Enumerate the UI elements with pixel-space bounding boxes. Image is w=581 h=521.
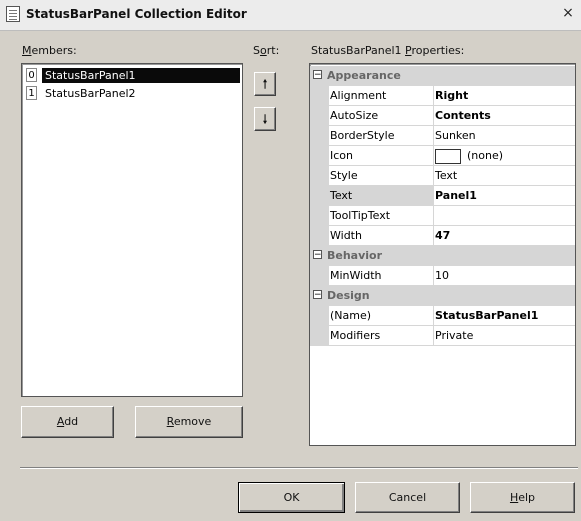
category-design[interactable]: − Design (310, 286, 575, 306)
arrow-down-icon: 🠓 (262, 112, 268, 126)
property-value[interactable]: Text (433, 166, 575, 186)
row-margin (310, 146, 329, 166)
help-button-hotkey: H (509, 491, 519, 504)
property-value[interactable]: 47 (433, 226, 575, 246)
property-row-icon[interactable]: Icon (none) (310, 146, 575, 166)
property-value[interactable] (433, 206, 575, 226)
list-item-index: 1 (26, 86, 37, 100)
collection-editor-dialog: StatusBarPanel Collection Editor × Membe… (0, 0, 581, 521)
category-behavior[interactable]: − Behavior (310, 246, 575, 266)
collapse-icon[interactable]: − (313, 250, 322, 260)
property-name: Text (329, 186, 434, 206)
property-row-text[interactable]: Text Panel1 (310, 186, 575, 206)
list-item-index: 0 (26, 68, 37, 82)
row-margin (310, 266, 329, 286)
property-name: Modifiers (329, 326, 434, 346)
help-button[interactable]: Help (470, 482, 575, 513)
members-list[interactable]: 0 StatusBarPanel1 1 StatusBarPanel2 (21, 63, 243, 397)
grid-empty-area (310, 346, 575, 445)
property-name: AutoSize (329, 106, 434, 126)
add-button[interactable]: Add (21, 406, 114, 438)
sort-label-rest: t: (271, 44, 280, 57)
property-value-icon[interactable]: (none) (433, 146, 575, 166)
property-value[interactable]: Contents (433, 106, 575, 126)
list-item[interactable]: 1 StatusBarPanel2 (24, 85, 240, 102)
row-margin (310, 126, 329, 146)
property-name: BorderStyle (329, 126, 434, 146)
row-margin (310, 186, 329, 206)
list-item[interactable]: 0 StatusBarPanel1 (24, 67, 240, 84)
property-row-alignment[interactable]: Alignment Right (310, 86, 575, 106)
property-row-autosize[interactable]: AutoSize Contents (310, 106, 575, 126)
remove-button-hotkey: R (166, 415, 174, 428)
category-label: Appearance (327, 69, 401, 82)
property-value[interactable]: Right (433, 86, 575, 106)
property-row-modifiers[interactable]: Modifiers Private (310, 326, 575, 346)
property-name: Width (329, 226, 434, 246)
move-up-button[interactable]: 🠑 (254, 72, 276, 96)
help-button-rest: elp (518, 491, 536, 504)
category-label: Design (327, 289, 370, 302)
properties-label-prefix: StatusBarPanel1 (311, 44, 406, 57)
row-margin (310, 206, 329, 226)
property-name: MinWidth (329, 266, 434, 286)
row-margin (310, 326, 329, 346)
row-margin (310, 106, 329, 126)
property-row-minwidth[interactable]: MinWidth 10 (310, 266, 575, 286)
title-bar: StatusBarPanel Collection Editor × (0, 0, 581, 31)
list-item-label: StatusBarPanel1 (42, 68, 240, 83)
category-label: Behavior (327, 249, 383, 262)
property-row-tooltiptext[interactable]: ToolTipText (310, 206, 575, 226)
members-label: Members: (22, 44, 77, 57)
property-row-name[interactable]: (Name) StatusBarPanel1 (310, 306, 575, 326)
property-value[interactable]: 10 (433, 266, 575, 286)
property-value[interactable]: Panel1 (433, 186, 575, 206)
property-name: Icon (329, 146, 434, 166)
property-row-borderstyle[interactable]: BorderStyle Sunken (310, 126, 575, 146)
move-down-button[interactable]: 🠓 (254, 107, 276, 131)
properties-label-rest: roperties: (411, 44, 465, 57)
image-preview-icon (435, 148, 461, 164)
row-margin (310, 226, 329, 246)
property-value[interactable]: StatusBarPanel1 (433, 306, 575, 326)
sort-label-hotkey: o (259, 44, 267, 57)
property-grid[interactable]: − Appearance Alignment Right AutoSize Cont… (309, 63, 576, 446)
members-label-hotkey: M (22, 44, 32, 57)
property-name: Style (329, 166, 434, 186)
property-name: (Name) (329, 306, 434, 326)
add-button-rest: dd (64, 415, 79, 428)
property-name: ToolTipText (329, 206, 434, 226)
sort-label: Sort: (253, 44, 279, 57)
grid-empty-margin (310, 346, 329, 445)
property-value: (none) (467, 149, 504, 162)
list-item-label: StatusBarPanel2 (45, 87, 136, 100)
remove-button-rest: emove (173, 415, 212, 428)
properties-label: StatusBarPanel1 Properties: (311, 44, 464, 57)
property-value[interactable]: Sunken (433, 126, 575, 146)
ok-button[interactable]: OK (238, 482, 345, 513)
property-name: Alignment (329, 86, 434, 106)
property-row-style[interactable]: Style Text (310, 166, 575, 186)
row-margin (310, 166, 329, 186)
property-row-width[interactable]: Width 47 (310, 226, 575, 246)
close-button[interactable]: × (560, 4, 576, 22)
row-margin (310, 86, 329, 106)
dialog-icon (6, 6, 20, 22)
members-label-rest: embers: (31, 44, 77, 57)
sort-label-s: S (253, 44, 260, 57)
property-value[interactable]: Private (433, 326, 575, 346)
arrow-up-icon: 🠑 (262, 77, 268, 91)
collapse-icon[interactable]: − (313, 290, 322, 300)
category-appearance[interactable]: − Appearance (310, 66, 575, 86)
separator (20, 467, 578, 469)
dialog-title: StatusBarPanel Collection Editor (26, 7, 247, 21)
row-margin (310, 306, 329, 326)
collapse-icon[interactable]: − (313, 70, 322, 80)
cancel-button[interactable]: Cancel (355, 482, 460, 513)
remove-button[interactable]: Remove (135, 406, 243, 438)
